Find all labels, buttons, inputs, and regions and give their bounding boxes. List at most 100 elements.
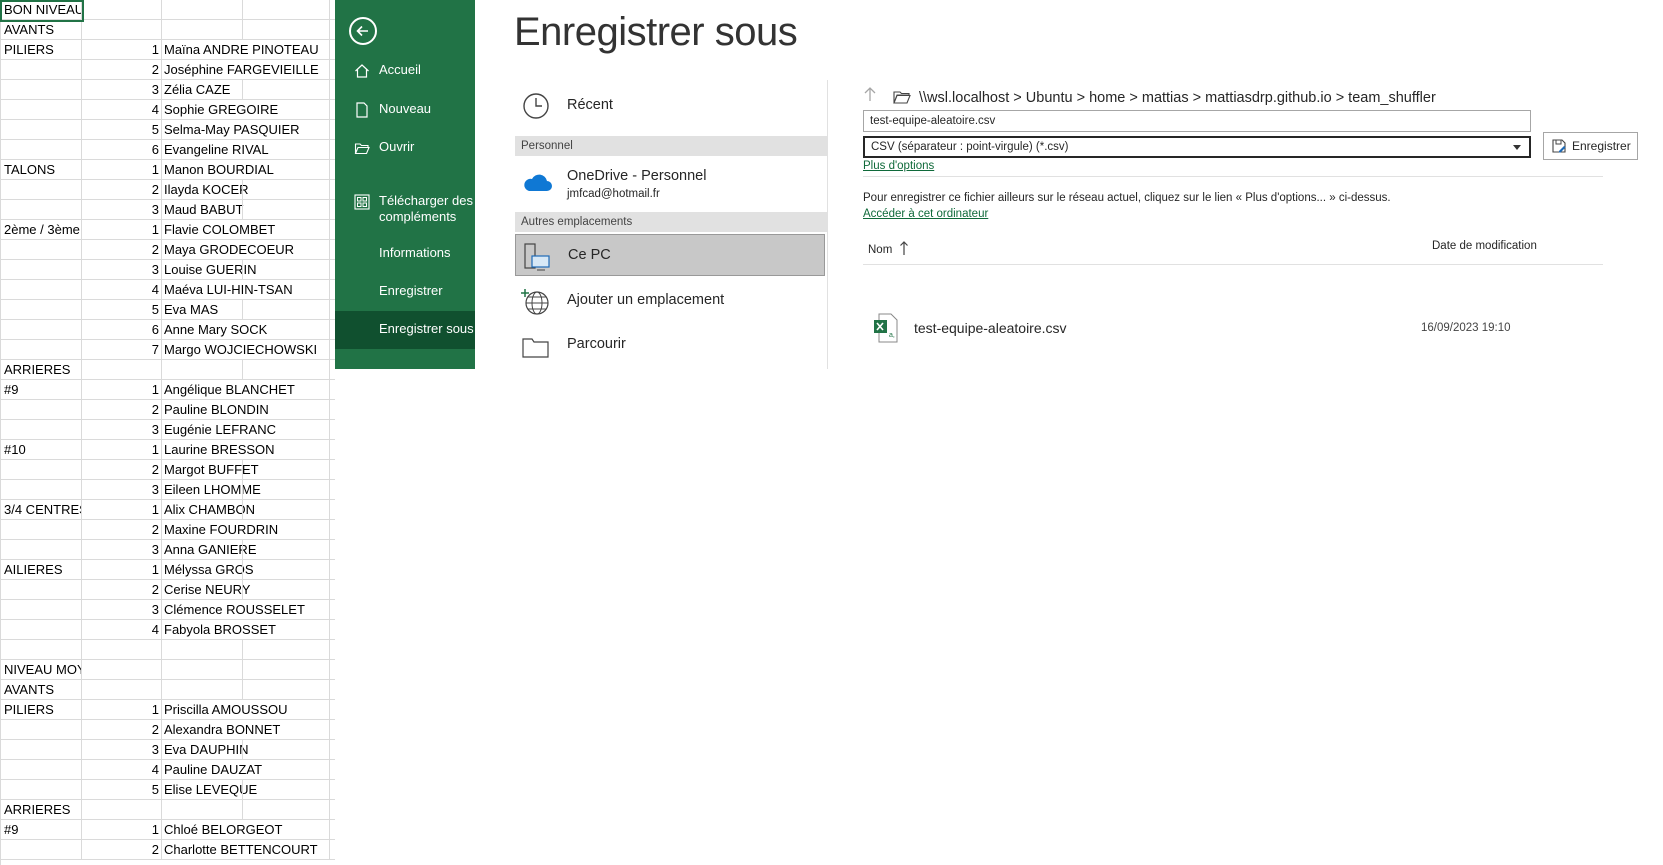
cell-b[interactable]: 4 [82, 280, 162, 300]
cell-b[interactable] [82, 640, 162, 660]
cell-d[interactable] [242, 180, 330, 200]
cell-b[interactable]: 1 [82, 500, 162, 520]
cell-d[interactable] [242, 700, 330, 720]
cell-b[interactable]: 1 [82, 220, 162, 240]
cell-d[interactable] [242, 620, 330, 640]
filetype-select[interactable]: CSV (séparateur : point-virgule) (*.csv) [863, 136, 1531, 158]
cell-a[interactable]: #10 [0, 440, 82, 460]
cell-d[interactable] [242, 760, 330, 780]
cell-d[interactable] [242, 280, 330, 300]
cell-a[interactable] [0, 760, 82, 780]
cell-b[interactable]: 6 [82, 320, 162, 340]
cell-c[interactable]: Pauline BLONDIN [162, 400, 269, 420]
cell-c[interactable]: Maud BABUT [162, 200, 243, 220]
access-computer-link[interactable]: Accéder à cet ordinateur [863, 208, 988, 220]
cell-d[interactable] [242, 40, 330, 60]
cell-a[interactable] [0, 280, 82, 300]
cell-b[interactable]: 1 [82, 820, 162, 840]
cell-b[interactable]: 5 [82, 120, 162, 140]
cell-b[interactable]: 3 [82, 200, 162, 220]
cell-d[interactable] [242, 820, 330, 840]
nav-informations[interactable]: Informations [335, 245, 475, 267]
nav-enregistrer[interactable]: Enregistrer [335, 283, 475, 305]
cell-d[interactable] [242, 260, 330, 280]
cell-d[interactable] [242, 540, 330, 560]
cell-a[interactable] [0, 540, 82, 560]
cell-b[interactable]: 1 [82, 380, 162, 400]
cell-b[interactable]: 1 [82, 440, 162, 460]
cell-c[interactable]: Pauline DAUZAT [162, 760, 262, 780]
cell-c[interactable]: Zélia CAZE [162, 80, 242, 100]
cell-d[interactable] [242, 120, 330, 140]
cell-c[interactable]: Eileen LHOMME [162, 480, 261, 500]
cell-c[interactable]: Louise GUERIN [162, 260, 256, 280]
nav-ouvrir[interactable]: Ouvrir [335, 139, 475, 161]
cell-b[interactable]: 2 [82, 60, 162, 80]
cell-a[interactable] [0, 480, 82, 500]
cell-c[interactable]: Maïna ANDRE PINOTEAU [162, 40, 319, 60]
more-options-link[interactable]: Plus d'options [863, 160, 934, 172]
cell-a[interactable]: PILIERS [0, 700, 82, 720]
cell-b[interactable]: 2 [82, 240, 162, 260]
location-ajouter-emplacement[interactable]: Ajouter un emplacement [515, 280, 825, 320]
cell-c[interactable]: Flavie COLOMBET [162, 220, 275, 240]
cell-a[interactable]: #9 [0, 380, 82, 400]
cell-c[interactable]: Cerise NEURY [162, 580, 250, 600]
cell-d[interactable] [242, 500, 330, 520]
cell-d[interactable] [242, 80, 330, 100]
cell-a[interactable] [0, 100, 82, 120]
cell-c[interactable]: Angélique BLANCHET [162, 380, 295, 400]
cell-c[interactable]: Chloé BELORGEOT [162, 820, 283, 840]
cell-d[interactable] [242, 320, 330, 340]
cell-d[interactable] [242, 640, 330, 660]
cell-b[interactable]: 3 [82, 740, 162, 760]
cell-a[interactable] [0, 300, 82, 320]
cell-c[interactable] [162, 660, 242, 680]
cell-c[interactable]: Eugénie LEFRANC [162, 420, 276, 440]
cell-a[interactable] [0, 460, 82, 480]
cell-c[interactable] [162, 0, 242, 20]
cell-a[interactable] [0, 780, 82, 800]
cell-b[interactable]: 5 [82, 780, 162, 800]
column-header-name[interactable]: Nom [868, 240, 909, 256]
cell-d[interactable] [242, 360, 330, 380]
cell-a[interactable] [0, 200, 82, 220]
cell-c[interactable] [162, 360, 242, 380]
cell-c[interactable]: Manon BOURDIAL [162, 160, 274, 180]
cell-a[interactable] [0, 840, 82, 860]
cell-b[interactable] [82, 20, 162, 40]
nav-nouveau[interactable]: Nouveau [335, 101, 475, 123]
cell-c[interactable] [162, 680, 242, 700]
cell-a[interactable]: BON NIVEAU [0, 0, 82, 20]
cell-d[interactable] [242, 200, 330, 220]
cell-d[interactable] [242, 460, 330, 480]
cell-c[interactable]: Laurine BRESSON [162, 440, 275, 460]
cell-b[interactable]: 5 [82, 300, 162, 320]
cell-d[interactable] [242, 440, 330, 460]
cell-c[interactable]: Charlotte BETTENCOURT [162, 840, 318, 860]
cell-a[interactable]: #9 [0, 820, 82, 840]
column-header-date[interactable]: Date de modification [1432, 240, 1537, 252]
cell-c[interactable]: Priscilla AMOUSSOU [162, 700, 288, 720]
cell-a[interactable]: AILIERES [0, 560, 82, 580]
cell-d[interactable] [242, 680, 330, 700]
cell-b[interactable]: 2 [82, 460, 162, 480]
cell-d[interactable] [242, 600, 330, 620]
cell-c[interactable]: Margo WOJCIECHOWSKI [162, 340, 317, 360]
cell-a[interactable]: 3/4 CENTRES [0, 500, 82, 520]
cell-c[interactable]: Margot BUFFET [162, 460, 259, 480]
cell-b[interactable]: 3 [82, 420, 162, 440]
cell-b[interactable]: 2 [82, 180, 162, 200]
cell-a[interactable] [0, 400, 82, 420]
cell-d[interactable] [242, 20, 330, 40]
cell-c[interactable]: Anne Mary SOCK [162, 320, 267, 340]
cell-d[interactable] [242, 560, 330, 580]
cell-a[interactable] [0, 580, 82, 600]
cell-b[interactable]: 4 [82, 100, 162, 120]
cell-c[interactable]: Maxine FOURDRIN [162, 520, 278, 540]
cell-d[interactable] [242, 420, 330, 440]
cell-b[interactable]: 3 [82, 80, 162, 100]
cell-a[interactable] [0, 120, 82, 140]
cell-d[interactable] [242, 340, 330, 360]
cell-a[interactable]: 2ème / 3ème [0, 220, 82, 240]
